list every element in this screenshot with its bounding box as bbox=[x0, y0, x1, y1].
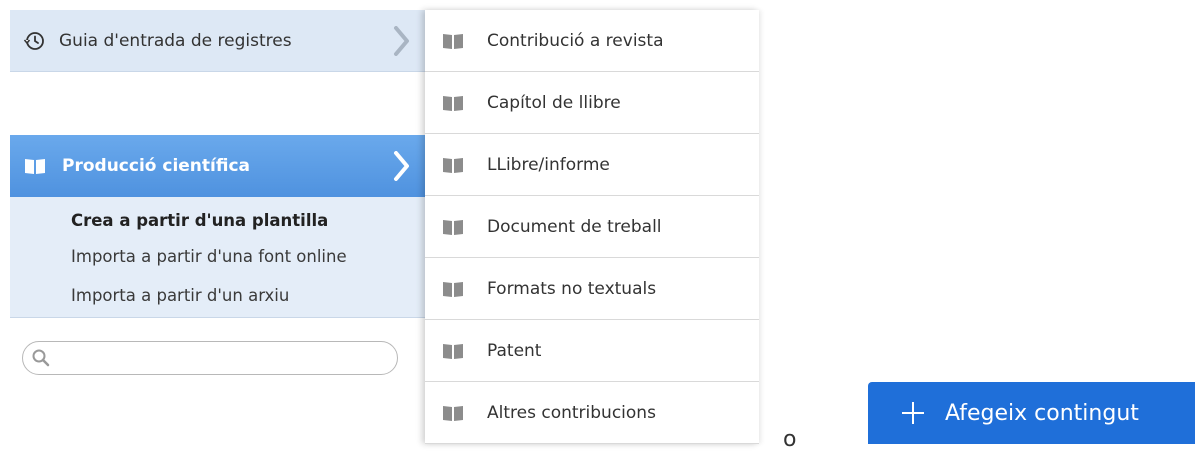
plus-icon bbox=[901, 401, 925, 425]
dropdown-item-label: Altres contribucions bbox=[487, 402, 656, 423]
book-icon bbox=[442, 31, 465, 50]
submenu-item-import-file[interactable]: Importa a partir d'un arxiu bbox=[10, 277, 425, 314]
guide-menu-item[interactable]: Guia d'entrada de registres bbox=[10, 10, 425, 72]
submenu-item-import-online[interactable]: Importa a partir d'una font online bbox=[10, 237, 425, 277]
chevron-right-icon bbox=[393, 26, 411, 60]
book-icon bbox=[442, 279, 465, 298]
dropdown-item-label: Capítol de llibre bbox=[487, 92, 621, 113]
search-box[interactable] bbox=[22, 341, 398, 375]
left-panel: Guia d'entrada de registres Producció ci… bbox=[10, 10, 425, 444]
dropdown-item-non-textual-formats[interactable]: Formats no textuals bbox=[425, 258, 759, 320]
dropdown-item-label: Contribució a revista bbox=[487, 30, 664, 51]
guide-menu-label: Guia d'entrada de registres bbox=[59, 30, 292, 51]
history-icon bbox=[23, 30, 45, 52]
dropdown-item-book-chapter[interactable]: Capítol de llibre bbox=[425, 72, 759, 134]
dropdown-item-label: Formats no textuals bbox=[487, 278, 657, 299]
dropdown-item-patent[interactable]: Patent bbox=[425, 320, 759, 382]
dropdown-item-label: Patent bbox=[487, 340, 542, 361]
dropdown-item-book-report[interactable]: LLibre/informe bbox=[425, 134, 759, 196]
search-input[interactable] bbox=[55, 348, 389, 368]
book-icon bbox=[442, 93, 465, 112]
dropdown-item-other-contributions[interactable]: Altres contribucions bbox=[425, 382, 759, 444]
book-icon bbox=[442, 341, 465, 360]
book-icon bbox=[442, 155, 465, 174]
chevron-right-icon bbox=[393, 151, 411, 185]
production-submenu: Crea a partir d'una plantilla Importa a … bbox=[10, 197, 425, 318]
add-content-label: Afegeix contingut bbox=[945, 400, 1139, 426]
dropdown-item-label: Document de treball bbox=[487, 216, 662, 237]
book-icon bbox=[442, 217, 465, 236]
scientific-production-menu-item[interactable]: Producció científica bbox=[10, 135, 425, 197]
dropdown-item-label: LLibre/informe bbox=[487, 154, 610, 175]
add-content-button[interactable]: Afegeix contingut bbox=[868, 382, 1195, 444]
partial-text: o bbox=[783, 427, 797, 452]
search-icon bbox=[31, 348, 51, 368]
book-icon bbox=[24, 156, 46, 176]
book-icon bbox=[442, 403, 465, 422]
scientific-production-label: Producció científica bbox=[62, 156, 251, 176]
dropdown-item-journal-contribution[interactable]: Contribució a revista bbox=[425, 10, 759, 72]
submenu-item-create-from-template[interactable]: Crea a partir d'una plantilla bbox=[10, 205, 425, 237]
dropdown-item-working-paper[interactable]: Document de treball bbox=[425, 196, 759, 258]
content-type-dropdown: Contribució a revista Capítol de llibre … bbox=[425, 10, 759, 444]
